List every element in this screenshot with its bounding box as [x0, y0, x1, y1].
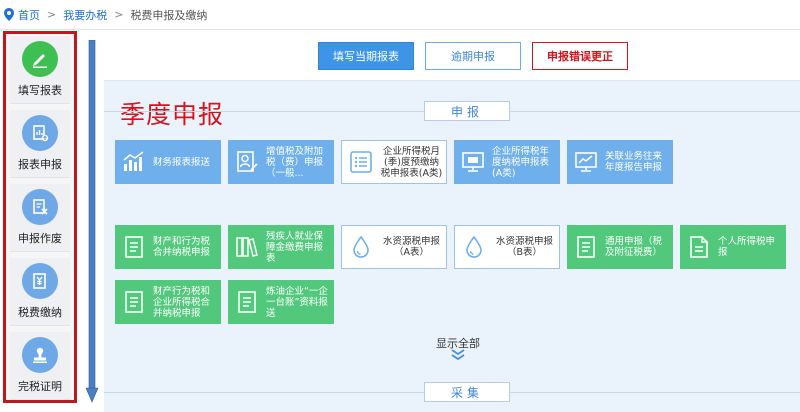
page-title: 季度申报	[120, 100, 225, 129]
card-label: 财产和行为税合并纳税申报	[153, 236, 211, 258]
sidebar-item-tax-certificate[interactable]: 完税证明	[10, 332, 70, 400]
breadcrumb-my-tax-link[interactable]: 我要办税	[63, 7, 107, 23]
section-label-collect: 采集	[424, 382, 510, 402]
card-water-tax-a[interactable]: 水资源税申报（A表）	[341, 225, 447, 269]
sidebar-item-declare-void[interactable]: 申报作废	[10, 184, 70, 252]
breadcrumb-home-link[interactable]: 首页	[18, 7, 40, 23]
list-icon	[346, 147, 376, 177]
document-icon	[232, 287, 262, 317]
card-water-tax-b[interactable]: 水资源税申报（B表）	[454, 225, 560, 269]
card-financial-report[interactable]: 财务报表报送	[115, 140, 221, 184]
sidebar-item-fill-report[interactable]: 填写报表	[10, 36, 70, 104]
card-label: 企业所得税年度纳税申报表(A类)	[492, 145, 550, 179]
toolbar: 填写当期报表 逾期申报 申报错误更正	[104, 31, 800, 81]
sidebar-item-label: 申报作废	[18, 232, 62, 245]
stamp-icon	[22, 337, 58, 373]
declare-correction-button[interactable]: 申报错误更正	[532, 42, 628, 70]
card-property-behavior-tax[interactable]: 财产和行为税合并纳税申报	[115, 225, 221, 269]
card-related-business-report[interactable]: 关联业务往来年度报告申报	[567, 140, 673, 184]
card-vat-declare[interactable]: 增值税及附加税（费）申报（一般...	[228, 140, 334, 184]
section-label-declare: 申报	[424, 101, 510, 121]
document-icon	[119, 287, 149, 317]
document-icon	[119, 232, 149, 262]
sidebar-item-label: 完税证明	[18, 380, 62, 393]
card-label: 通用申报（税及附征税费）	[605, 236, 663, 258]
card-label: 残疾人就业保障金缴费申报表	[266, 230, 324, 264]
document-icon	[571, 232, 601, 262]
double-chevron-down-icon[interactable]	[450, 349, 466, 361]
card-label: 水资源税申报（B表）	[495, 236, 553, 258]
card-label: 企业所得税月(季)度预缴纳税申报表(A类)	[380, 145, 443, 179]
card-label: 水资源税申报（A表）	[382, 236, 440, 258]
card-personal-income-tax[interactable]: 个人所得税申报	[680, 225, 786, 269]
sidebar-item-label: 填写报表	[18, 84, 62, 97]
person-form-icon	[232, 147, 262, 177]
document-void-icon	[22, 189, 58, 225]
line-chart-icon	[571, 147, 601, 177]
card-label: 关联业务往来年度报告申报	[605, 151, 663, 173]
card-label: 财产行为税和企业所得税合并纳税申报	[153, 285, 211, 319]
water-drop-icon	[346, 232, 376, 262]
location-pin-icon	[4, 8, 14, 21]
monitor-icon	[458, 147, 488, 177]
card-label: 个人所得税申报	[718, 236, 776, 258]
tax-payment-icon	[22, 263, 58, 299]
breadcrumb-separator: >	[114, 8, 124, 21]
water-drop-icon	[459, 232, 489, 262]
sidebar-item-tax-payment[interactable]: 税费缴纳	[10, 258, 70, 326]
overdue-declare-button[interactable]: 逾期申报	[425, 42, 521, 70]
bar-chart-icon	[119, 147, 149, 177]
card-label: 财务报表报送	[153, 156, 211, 168]
file-icon	[684, 232, 714, 262]
card-property-corporate-combined[interactable]: 财产行为税和企业所得税合并纳税申报	[115, 280, 221, 324]
scroll-down-arrow-icon[interactable]	[86, 40, 98, 404]
breadcrumb-separator: >	[47, 8, 57, 21]
card-disability-fund[interactable]: 残疾人就业保障金缴费申报表	[228, 225, 334, 269]
sidebar-item-report-declare[interactable]: 报表申报	[10, 110, 70, 178]
sidebar-item-label: 报表申报	[18, 158, 62, 171]
breadcrumb-current: 税费申报及缴纳	[130, 8, 208, 22]
books-icon	[232, 232, 262, 262]
card-refinery-ledger[interactable]: 炼油企业“一企一台账”资料报送	[228, 280, 334, 324]
card-label: 炼油企业“一企一台账”资料报送	[266, 285, 328, 319]
breadcrumb: 首页 > 我要办税 > 税费申报及缴纳	[0, 0, 800, 30]
card-corporate-tax-prepay[interactable]: 企业所得税月(季)度预缴纳税申报表(A类)	[341, 140, 447, 184]
card-corporate-tax-annual[interactable]: 企业所得税年度纳税申报表(A类)	[454, 140, 560, 184]
main-panel: 填写当期报表 逾期申报 申报错误更正 季度申报 申报 财务报表报送 增值税及附加…	[104, 31, 800, 412]
fill-current-report-button[interactable]: 填写当期报表	[318, 42, 414, 70]
card-general-declare[interactable]: 通用申报（税及附征税费）	[567, 225, 673, 269]
sidebar: 填写报表 报表申报 申报作废 税费缴纳 完税证明	[3, 31, 77, 403]
sidebar-item-label: 税费缴纳	[18, 306, 62, 319]
card-label: 增值税及附加税（费）申报（一般...	[266, 145, 324, 179]
pencil-icon	[22, 41, 58, 77]
report-upload-icon	[22, 115, 58, 151]
